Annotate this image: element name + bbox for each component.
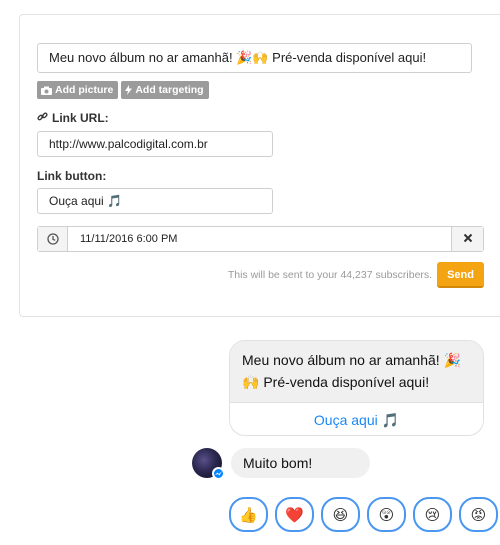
love-reaction-icon[interactable]: ❤️ (275, 497, 314, 532)
add-targeting-label: Add targeting (135, 84, 204, 96)
haha-reaction-icon[interactable]: 😆 (321, 497, 360, 532)
link-button-field[interactable]: Ouça aqui 🎵 (37, 188, 273, 214)
close-icon (463, 230, 473, 248)
add-targeting-button[interactable]: Add targeting (121, 81, 209, 99)
sad-reaction-icon[interactable]: 😢 (413, 497, 452, 532)
schedule-field: 11/11/2016 6:00 PM (37, 226, 484, 252)
reaction-bar: 👍 ❤️ 😆 😲 😢 😡 (229, 497, 498, 532)
preview-line-1: Meu novo álbum no ar amanhã! 🎉 (242, 352, 461, 368)
link-button-label-text: Link button: (37, 169, 107, 183)
add-picture-button[interactable]: Add picture (37, 81, 119, 99)
subscriber-note: This will be sent to your 44,237 subscri… (227, 269, 433, 281)
reply-bubble: Muito bom! (231, 448, 371, 478)
preview-line-2: 🙌 Pré-venda disponível aqui! (242, 374, 430, 390)
lightning-icon (125, 85, 133, 95)
link-button-label: Link button: (37, 169, 106, 183)
messenger-icon (212, 467, 225, 480)
reply-row: Muito bom! (192, 448, 371, 480)
link-url-label: Link URL: (37, 111, 109, 125)
message-input[interactable]: Meu novo álbum no ar amanhã! 🎉🙌 Pré-vend… (37, 43, 472, 73)
link-url-label-text: Link URL: (52, 111, 109, 125)
send-footer: This will be sent to your 44,237 subscri… (150, 262, 484, 288)
wow-reaction-icon[interactable]: 😲 (367, 497, 406, 532)
schedule-datetime-input[interactable]: 11/11/2016 6:00 PM (68, 227, 451, 251)
clear-schedule-button[interactable] (451, 227, 483, 251)
send-button[interactable]: Send (437, 262, 484, 288)
angry-reaction-icon[interactable]: 😡 (459, 497, 498, 532)
add-picture-label: Add picture (55, 84, 114, 96)
attachment-actions: Add picture Add targeting (37, 81, 209, 99)
avatar (192, 448, 225, 480)
like-reaction-icon[interactable]: 👍 (229, 497, 268, 532)
link-icon (37, 111, 48, 125)
preview-link-button[interactable]: Ouça aqui 🎵 (230, 402, 483, 435)
clock-icon[interactable] (38, 227, 68, 251)
preview-text: Meu novo álbum no ar amanhã! 🎉 🙌 Pré-ven… (230, 341, 483, 402)
camera-icon (41, 86, 52, 95)
link-url-field[interactable]: http://www.palcodigital.com.br (37, 131, 273, 157)
message-preview-bubble: Meu novo álbum no ar amanhã! 🎉 🙌 Pré-ven… (229, 340, 484, 436)
